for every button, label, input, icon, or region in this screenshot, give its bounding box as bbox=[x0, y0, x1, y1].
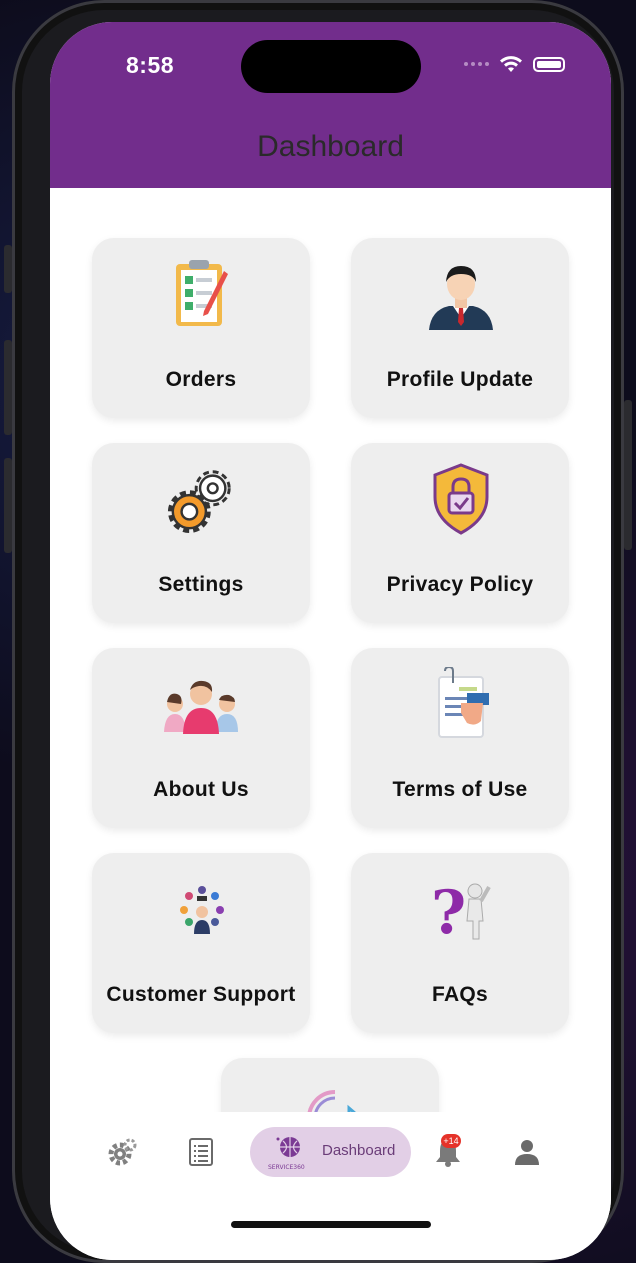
service360-logo: SERVICE360 bbox=[268, 1137, 305, 1171]
profile-update-card[interactable]: Profile Update bbox=[351, 238, 569, 418]
shield-lock-icon bbox=[425, 463, 497, 535]
dashboard-grid: Orders Profile Update Settings Privacy P… bbox=[50, 188, 611, 1112]
about-us-label: About Us bbox=[153, 778, 249, 801]
faqs-card[interactable]: ? FAQs bbox=[351, 853, 569, 1033]
terms-of-use-label: Terms of Use bbox=[392, 778, 528, 801]
person-icon bbox=[515, 1140, 539, 1165]
question-figure-icon: ? bbox=[425, 873, 497, 945]
battery-icon bbox=[533, 56, 565, 72]
nav-settings[interactable] bbox=[102, 1132, 142, 1172]
nav-dashboard[interactable]: SERVICE360 Dashboard bbox=[250, 1127, 411, 1177]
volume-up-button bbox=[4, 340, 12, 435]
volume-down-button bbox=[4, 458, 12, 553]
clipboard-checklist-icon bbox=[166, 258, 238, 330]
logout-card[interactable] bbox=[221, 1058, 439, 1112]
team-people-icon bbox=[162, 668, 240, 740]
app-header: 8:58 Dashboard bbox=[50, 22, 611, 188]
logout-arrow-icon bbox=[295, 1078, 367, 1112]
nav-dashboard-label: Dashboard bbox=[322, 1142, 396, 1159]
wifi-icon bbox=[500, 56, 522, 72]
status-time: 8:58 bbox=[126, 52, 175, 78]
customer-support-label: Customer Support bbox=[106, 983, 296, 1006]
svg-text:?: ? bbox=[431, 878, 466, 941]
status-icons bbox=[464, 55, 565, 73]
document-list-icon bbox=[189, 1138, 213, 1166]
nav-orders[interactable] bbox=[181, 1132, 221, 1172]
about-us-card[interactable]: About Us bbox=[92, 648, 310, 828]
customer-support-card[interactable]: Customer Support bbox=[92, 853, 310, 1033]
mute-switch bbox=[4, 245, 12, 293]
orders-label: Orders bbox=[165, 368, 237, 391]
page-title: Dashboard bbox=[257, 130, 404, 163]
profile-update-label: Profile Update bbox=[386, 368, 534, 391]
privacy-policy-card[interactable]: Privacy Policy bbox=[351, 443, 569, 623]
signal-icon bbox=[464, 62, 489, 66]
gear-icon bbox=[108, 1138, 137, 1166]
dynamic-island bbox=[241, 40, 421, 93]
settings-card[interactable]: Settings bbox=[92, 443, 310, 623]
businessman-avatar-icon bbox=[425, 258, 497, 330]
privacy-policy-label: Privacy Policy bbox=[386, 573, 534, 596]
support-agent-icon bbox=[166, 873, 238, 945]
nav-profile[interactable] bbox=[507, 1132, 547, 1172]
notification-badge: +14 bbox=[441, 1134, 461, 1148]
power-button bbox=[624, 400, 632, 550]
svg-text:SERVICE360: SERVICE360 bbox=[268, 1164, 305, 1171]
settings-label: Settings bbox=[158, 573, 244, 596]
phone-frame: 8:58 Dashboard Orders Profile Update Set… bbox=[12, 0, 624, 1263]
faqs-label: FAQs bbox=[431, 983, 489, 1006]
bottom-nav: SERVICE360 Dashboard +14 bbox=[50, 1112, 611, 1260]
screen: 8:58 Dashboard Orders Profile Update Set… bbox=[50, 22, 611, 1260]
orders-card[interactable]: Orders bbox=[92, 238, 310, 418]
document-hand-icon bbox=[425, 667, 497, 740]
terms-of-use-card[interactable]: Terms of Use bbox=[351, 648, 569, 828]
gears-icon bbox=[166, 463, 238, 535]
home-indicator[interactable] bbox=[231, 1221, 431, 1228]
